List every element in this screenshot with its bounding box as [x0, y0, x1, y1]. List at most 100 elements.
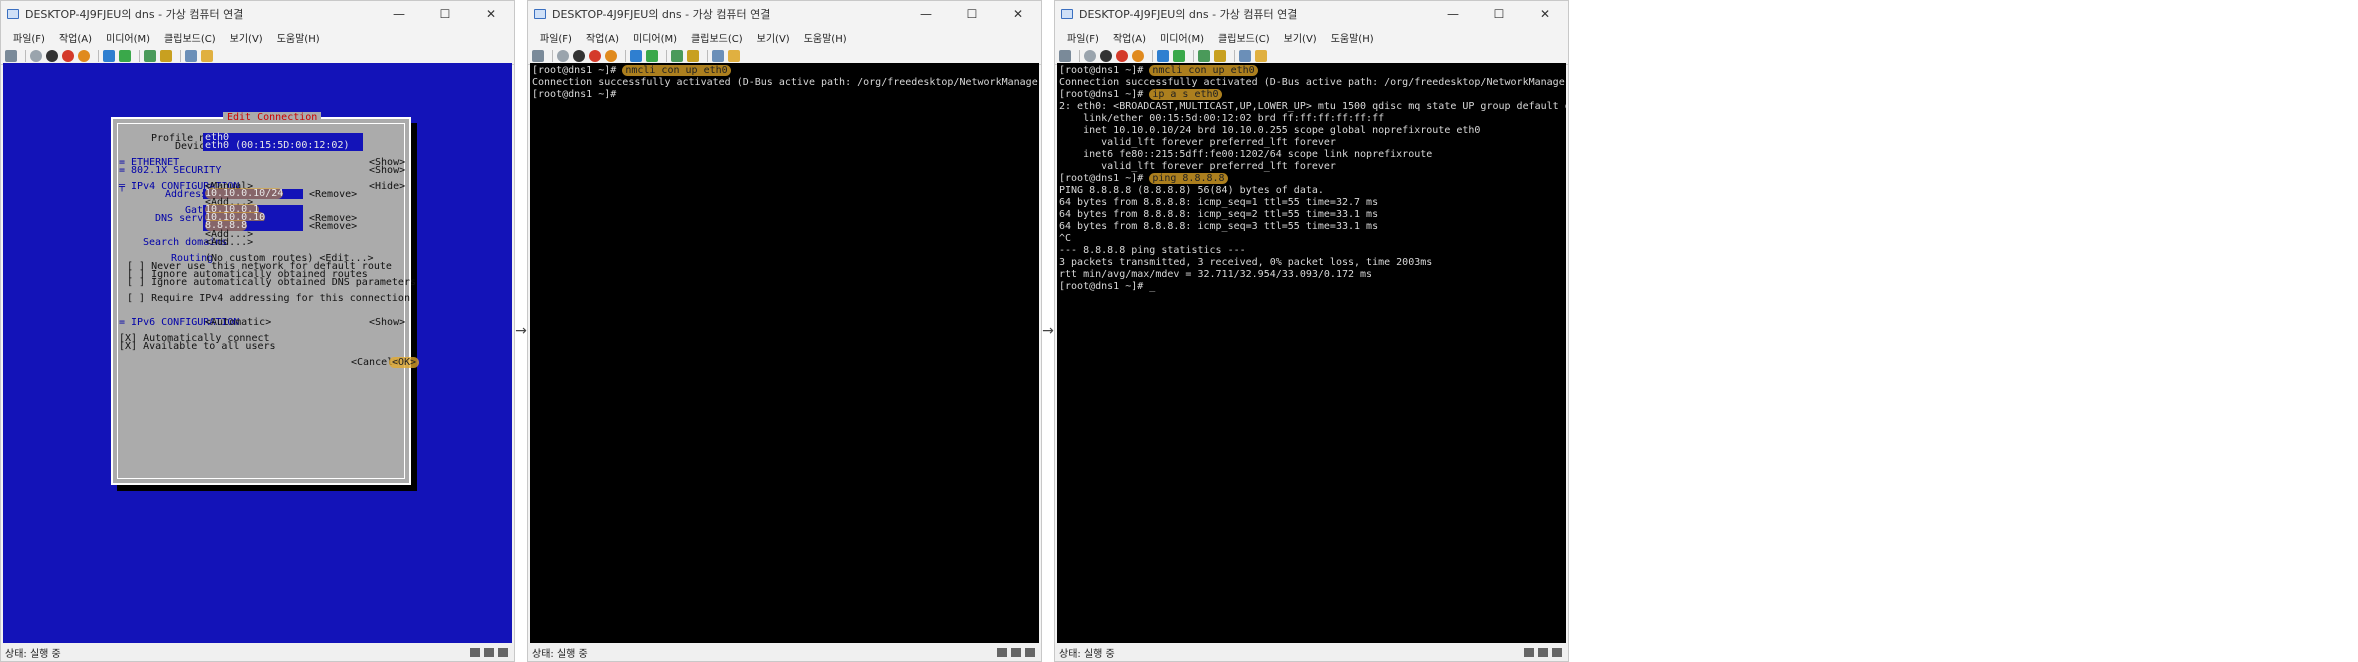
checkpoint-icon[interactable]: [144, 49, 156, 62]
vm-screen[interactable]: [root@dns1 ~]# nmcli con up eth0 Connecti…: [530, 63, 1039, 643]
menu-view[interactable]: 보기(V): [757, 30, 790, 45]
minimize-button[interactable]: —: [376, 1, 422, 27]
toolbar-divider: [1079, 49, 1080, 62]
dns2-remove-button[interactable]: <Remove>: [309, 221, 357, 232]
save-icon[interactable]: [1132, 49, 1144, 62]
resume-icon[interactable]: [646, 49, 658, 62]
require-ipv4-checkbox[interactable]: [ ] Require IPv4 addressing for this con…: [127, 293, 410, 304]
menu-clipboard[interactable]: 클립보드(C): [691, 30, 743, 45]
menu-media[interactable]: 미디어(M): [633, 30, 677, 45]
share-icon[interactable]: [728, 49, 740, 62]
maximize-button[interactable]: ☐: [422, 1, 468, 27]
enhanced-session-icon[interactable]: [1239, 49, 1251, 62]
toolbar-divider: [707, 49, 708, 62]
menu-action[interactable]: 작업(A): [59, 30, 92, 45]
security-show-button[interactable]: <Show>: [369, 165, 405, 176]
menu-bar: 파일(F) 작업(A) 미디어(M) 클립보드(C) 보기(V) 도움말(H): [528, 27, 1041, 47]
menu-file[interactable]: 파일(F): [1067, 30, 1099, 45]
resume-icon[interactable]: [119, 49, 131, 62]
mouse-icon: [1552, 647, 1562, 657]
address-remove-button[interactable]: <Remove>: [309, 189, 357, 200]
close-button[interactable]: ✕: [1522, 1, 1568, 27]
menu-help[interactable]: 도움말(H): [1331, 30, 1374, 45]
ipv6-show-button[interactable]: <Show>: [369, 317, 405, 328]
vm-screen[interactable]: Edit Connection Profile name eth0 Device…: [3, 63, 512, 643]
save-icon[interactable]: [78, 49, 90, 62]
toolbar-divider: [625, 49, 626, 62]
start-icon[interactable]: [1084, 49, 1096, 62]
revert-icon[interactable]: [160, 49, 172, 62]
device-field[interactable]: eth0 (00:15:5D:00:12:02): [203, 141, 363, 151]
ipv4-hide-button[interactable]: <Hide>: [369, 181, 405, 192]
save-icon[interactable]: [605, 49, 617, 62]
turn-off-icon[interactable]: [1100, 49, 1112, 62]
shutdown-icon[interactable]: [1116, 49, 1128, 62]
menu-action[interactable]: 작업(A): [1113, 30, 1146, 45]
menu-help[interactable]: 도움말(H): [804, 30, 847, 45]
toolbar-divider: [25, 49, 26, 62]
terminal-line: [root@dns1 ~]# nmcli con up eth0: [1059, 65, 1564, 77]
title-bar[interactable]: DESKTOP-4J9FJEU의 dns - 가상 컴퓨터 연결 — ☐ ✕: [528, 1, 1041, 27]
flow-arrow-2: →: [1042, 323, 1054, 339]
lock-icon: [1011, 647, 1021, 657]
highlighted-command: nmcli con up eth0: [1149, 65, 1258, 76]
menu-file[interactable]: 파일(F): [13, 30, 45, 45]
pause-icon[interactable]: [630, 49, 642, 62]
close-button[interactable]: ✕: [468, 1, 514, 27]
ok-button[interactable]: <OK>: [389, 357, 420, 368]
minimize-button[interactable]: —: [1430, 1, 1476, 27]
menu-view[interactable]: 보기(V): [230, 30, 263, 45]
shell-prompt: [root@dns1 ~]#: [1059, 173, 1150, 184]
checkpoint-icon[interactable]: [671, 49, 683, 62]
close-button[interactable]: ✕: [995, 1, 1041, 27]
ignore-dns-checkbox[interactable]: [ ] Ignore automatically obtained DNS pa…: [127, 277, 416, 288]
revert-icon[interactable]: [687, 49, 699, 62]
share-icon[interactable]: [1255, 49, 1267, 62]
shell-prompt: [root@dns1 ~]#: [1059, 89, 1150, 100]
menu-media[interactable]: 미디어(M): [1160, 30, 1204, 45]
share-icon[interactable]: [201, 49, 213, 62]
pause-icon[interactable]: [103, 49, 115, 62]
shutdown-icon[interactable]: [589, 49, 601, 62]
toolbar-divider: [139, 49, 140, 62]
vm-window-3: DESKTOP-4J9FJEU의 dns - 가상 컴퓨터 연결 — ☐ ✕ 파…: [1054, 0, 1569, 662]
pause-icon[interactable]: [1157, 49, 1169, 62]
start-icon[interactable]: [30, 49, 42, 62]
menu-media[interactable]: 미디어(M): [106, 30, 150, 45]
maximize-button[interactable]: ☐: [1476, 1, 1522, 27]
enhanced-session-icon[interactable]: [712, 49, 724, 62]
title-bar[interactable]: DESKTOP-4J9FJEU의 dns - 가상 컴퓨터 연결 — ☐ ✕: [1055, 1, 1568, 27]
vm-screen[interactable]: [root@dns1 ~]# nmcli con up eth0 Connecti…: [1057, 63, 1566, 643]
minimize-button[interactable]: —: [903, 1, 949, 27]
menu-bar: 파일(F) 작업(A) 미디어(M) 클립보드(C) 보기(V) 도움말(H): [1055, 27, 1568, 47]
start-icon[interactable]: [557, 49, 569, 62]
all-users-checkbox[interactable]: [X] Available to all users: [119, 341, 276, 352]
ctrl-alt-del-icon[interactable]: [5, 49, 17, 62]
toolbar-divider: [98, 49, 99, 62]
maximize-button[interactable]: ☐: [949, 1, 995, 27]
search-add-button[interactable]: <Add...>: [205, 237, 253, 248]
shutdown-icon[interactable]: [62, 49, 74, 62]
edit-connection-dialog: Edit Connection Profile name eth0 Device…: [111, 112, 420, 485]
terminal-output: [root@dns1 ~]# nmcli con up eth0 Connecti…: [1057, 63, 1566, 295]
turn-off-icon[interactable]: [573, 49, 585, 62]
checkpoint-icon[interactable]: [1198, 49, 1210, 62]
menu-file[interactable]: 파일(F): [540, 30, 572, 45]
menu-clipboard[interactable]: 클립보드(C): [164, 30, 216, 45]
revert-icon[interactable]: [1214, 49, 1226, 62]
menu-help[interactable]: 도움말(H): [277, 30, 320, 45]
security-section[interactable]: = 802.1X SECURITY: [119, 165, 221, 176]
turn-off-icon[interactable]: [46, 49, 58, 62]
terminal-output: [root@dns1 ~]# nmcli con up eth0 Connecti…: [530, 63, 1039, 103]
title-bar[interactable]: DESKTOP-4J9FJEU의 dns - 가상 컴퓨터 연결 — ☐ ✕: [1, 1, 514, 27]
terminal-line: rtt min/avg/max/mdev = 32.711/32.954/33.…: [1059, 269, 1373, 280]
menu-view[interactable]: 보기(V): [1284, 30, 1317, 45]
vm-connection-icon: [7, 9, 19, 19]
menu-action[interactable]: 작업(A): [586, 30, 619, 45]
menu-clipboard[interactable]: 클립보드(C): [1218, 30, 1270, 45]
ipv6-mode-select[interactable]: <Automatic>: [205, 317, 271, 328]
ctrl-alt-del-icon[interactable]: [532, 49, 544, 62]
ctrl-alt-del-icon[interactable]: [1059, 49, 1071, 62]
resume-icon[interactable]: [1173, 49, 1185, 62]
enhanced-session-icon[interactable]: [185, 49, 197, 62]
